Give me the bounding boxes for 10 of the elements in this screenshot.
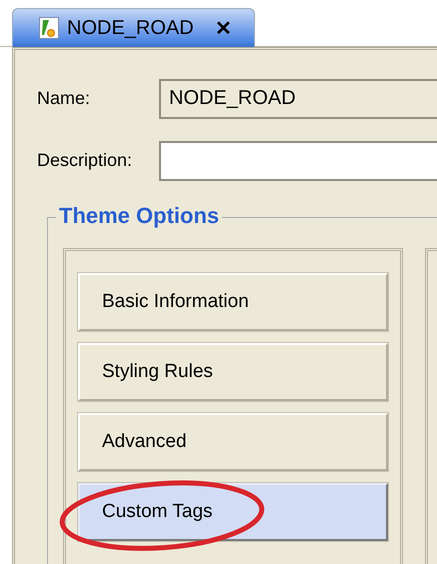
field-label: Description: [37,150,134,171]
field-label: Name: [37,88,92,109]
option-button[interactable]: Advanced [78,413,388,471]
text-field[interactable]: NODE_ROAD [159,78,437,118]
option-button[interactable]: Custom Tags [78,483,388,541]
tab-title: NODE_ROAD [67,16,194,40]
option-button[interactable]: Basic Information [78,273,388,331]
option-button[interactable]: Styling Rules [78,343,388,401]
close-button[interactable]: ✕ [215,16,232,40]
document-tab[interactable]: NODE_ROAD ✕ [12,8,255,47]
